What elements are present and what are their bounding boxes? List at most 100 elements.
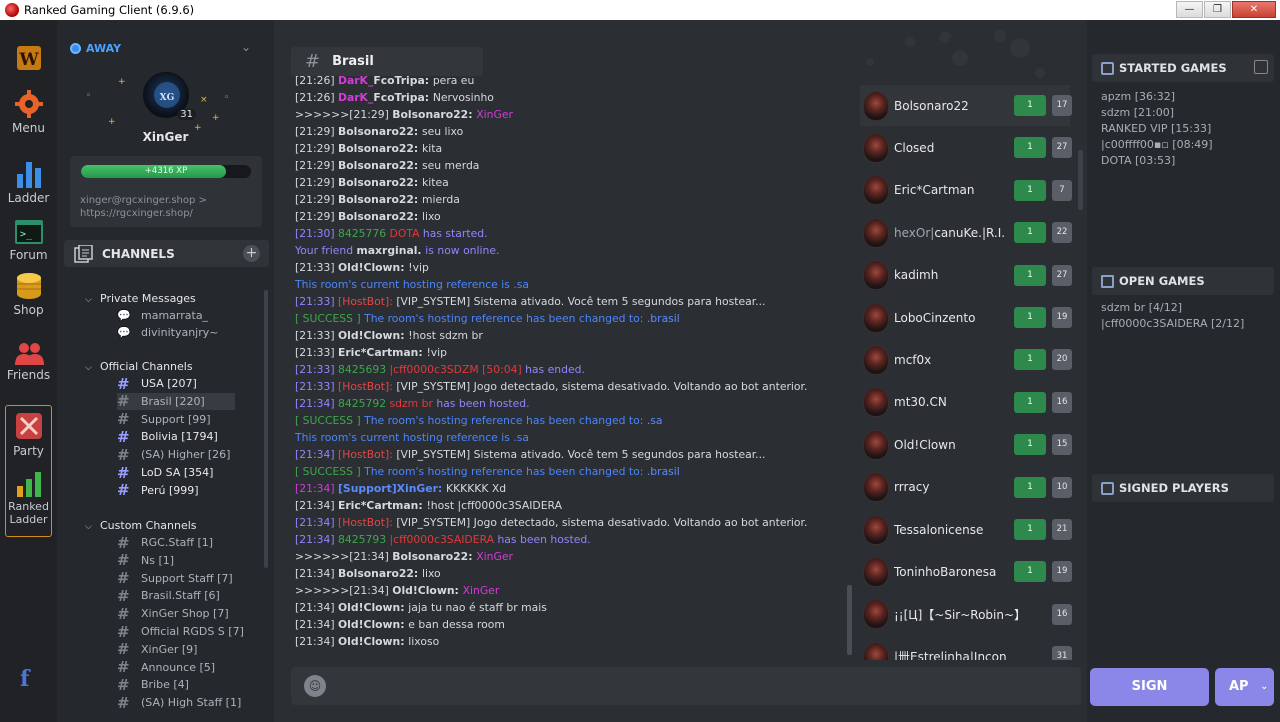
chat-segment: |cff0000c3SAIDERA [389,533,498,546]
channel-label: Brasil [220] [141,394,205,408]
group-official-channels[interactable]: ⌵ Official Channels [85,360,193,373]
channel-item[interactable]: # Bribe [4] [117,676,247,694]
hash-icon: # [117,658,130,677]
channel-item[interactable]: # XinGer [9] [117,640,247,658]
chat-segment: XinGer [476,550,513,563]
player-level-badge: 1 [1014,95,1046,116]
started-game-item[interactable]: sdzm [21:00] [1101,105,1213,121]
player-row[interactable]: Old!Clown 1 15 [860,424,1072,465]
player-row[interactable]: LoboCinzento 1 19 [860,297,1072,338]
avatar[interactable]: XG 31 [143,72,196,120]
started-game-item[interactable]: RANKED VIP [15:33] [1101,121,1213,137]
player-row[interactable]: |卌Estrelinha|Incon 31 [860,636,1072,660]
ladder-button[interactable]: Ladder [0,160,57,205]
player-row[interactable]: hexOr|canuKe.|R.I. 1 22 [860,212,1072,253]
chat-segment: Old!Clown: [337,261,409,274]
open-game-item[interactable]: sdzm br [4/12] [1101,300,1244,316]
channel-item[interactable]: # Official RGDS S [7] [117,623,247,641]
player-row[interactable]: mt30.CN 1 16 [860,382,1072,423]
player-name: Tessalonicense [894,523,983,537]
sidebar-scrollbar[interactable] [264,290,268,568]
player-row[interactable]: kadimh 1 27 [860,255,1072,296]
chevron-down-icon[interactable]: ⌄ [241,40,251,54]
ap-dropdown-button[interactable]: AP ⌄ [1215,668,1274,706]
close-button[interactable]: ✕ [1232,1,1276,18]
friends-button[interactable]: Friends [0,341,57,382]
shop-button[interactable]: Shop [0,272,57,317]
player-row[interactable]: mcf0x 1 20 [860,339,1072,380]
channel-item[interactable]: # Announce [5] [117,658,247,677]
started-game-item[interactable]: |c00ffff00▪▫ [08:49] [1101,137,1213,153]
group-custom-channels[interactable]: ⌵ Custom Channels [85,519,197,532]
channel-label: Bribe [4] [141,678,189,692]
chat-segment: [VIP_SYSTEM] Jogo detectado, sistema des… [396,380,808,393]
minimize-button[interactable]: — [1176,1,1203,18]
channel-item[interactable]: # Brasil.Staff [6] [117,587,247,605]
chat-log[interactable]: [21:26] DarK_FcoTripa: pera eu [21:26] Da… [295,72,843,649]
add-channel-button[interactable]: + [243,245,260,262]
player-games-badge: 27 [1052,137,1072,159]
channel-item[interactable]: # LoD SA [354] [117,464,247,482]
svg-text:×: × [200,95,208,105]
chat-scrollbar[interactable] [847,585,852,655]
player-row[interactable]: rrracy 1 10 [860,467,1072,508]
chat-line: [21:34] [HostBot]: [VIP_SYSTEM] Sistema … [295,446,843,463]
forum-button[interactable]: >_ Forum [0,219,57,262]
chat-segment: Bolsonaro22: [337,210,422,223]
chat-segment: lixoso [408,635,440,648]
player-row[interactable]: Eric*Cartman 1 7 [860,170,1072,211]
player-name: Old!Clown [894,438,956,452]
group-label: Custom Channels [100,519,197,532]
channel-item[interactable]: # RGC.Staff [1] [117,534,247,552]
open-game-item[interactable]: |cff0000c3SAIDERA [2/12] [1101,316,1244,332]
started-game-item[interactable]: DOTA [03:53] [1101,153,1213,169]
svg-text:XG: XG [160,93,175,103]
facebook-icon[interactable]: f [20,666,29,692]
player-list-scrollbar[interactable] [1078,150,1083,210]
channel-item[interactable]: # Perú [999] [117,481,247,499]
signed-players-header: SIGNED PLAYERS [1092,474,1274,502]
party-button[interactable]: Party [0,411,57,458]
pm-item[interactable]: 💬 divinityanjry~ [117,326,218,339]
player-row[interactable]: Tessalonicense 1 21 [860,509,1072,550]
player-row[interactable]: Bolsonaro22 1 17 [860,85,1072,126]
channel-item[interactable]: # Ns [1] [117,551,247,569]
channel-item[interactable]: # (SA) Higher [26] [117,446,247,464]
player-row[interactable]: ¡¡[Ц]【~Sir~Robin~】 16 [860,594,1072,635]
player-row[interactable]: ToninhoBaronesa 1 19 [860,551,1072,592]
channel-item[interactable]: # Bolivia [1794] [117,428,247,446]
hash-icon: # [117,693,130,712]
game-logo-button[interactable]: W [0,44,57,75]
channel-item[interactable]: # Brasil [220] [117,392,235,410]
group-private-messages[interactable]: ⌵ Private Messages [85,292,196,305]
maximize-button[interactable]: ❐ [1204,1,1231,18]
pm-item[interactable]: 💬 mamarrata_ [117,309,208,322]
player-level-badge: 1 [1014,391,1046,413]
started-game-item[interactable]: apzm [36:32] [1101,89,1213,105]
channel-item[interactable]: # XinGer Shop [7] [117,605,247,623]
channel-item[interactable]: # (SA) High Staff [1] [117,693,247,712]
chat-segment: Old!Clown: [337,635,409,648]
profile-link[interactable]: xinger@rgcxinger.shop > https://rgcxinge… [80,194,256,220]
hash-icon: # [117,569,130,588]
channel-item[interactable]: # USA [207] [117,375,247,393]
menu-label: Menu [12,121,45,135]
player-row[interactable]: Closed 1 27 [860,127,1072,168]
square-icon[interactable] [1254,60,1268,74]
open-games-list: sdzm br [4/12] |cff0000c3SAIDERA [2/12] [1101,300,1244,332]
chat-segment: 8425693 [337,363,390,376]
channel-label: Support [99] [141,412,211,426]
sign-button[interactable]: SIGN [1090,668,1209,706]
chevron-down-icon: ⌄ [1260,682,1268,692]
channel-item[interactable]: # Support Staff [7] [117,569,247,588]
ranked-ladder-button[interactable]: Ranked Ladder [0,471,57,526]
message-input[interactable] [291,667,1081,705]
ranked-bars-icon [16,472,41,497]
forum-label: Forum [9,248,48,262]
player-name: Eric*Cartman [894,183,974,197]
menu-button[interactable]: Menu [0,90,57,135]
emoji-icon[interactable]: ☺ [304,675,326,697]
channel-item[interactable]: # Support [99] [117,410,247,428]
chat-segment: [21:33] [295,380,338,393]
status-selector[interactable]: AWAY [70,42,121,55]
